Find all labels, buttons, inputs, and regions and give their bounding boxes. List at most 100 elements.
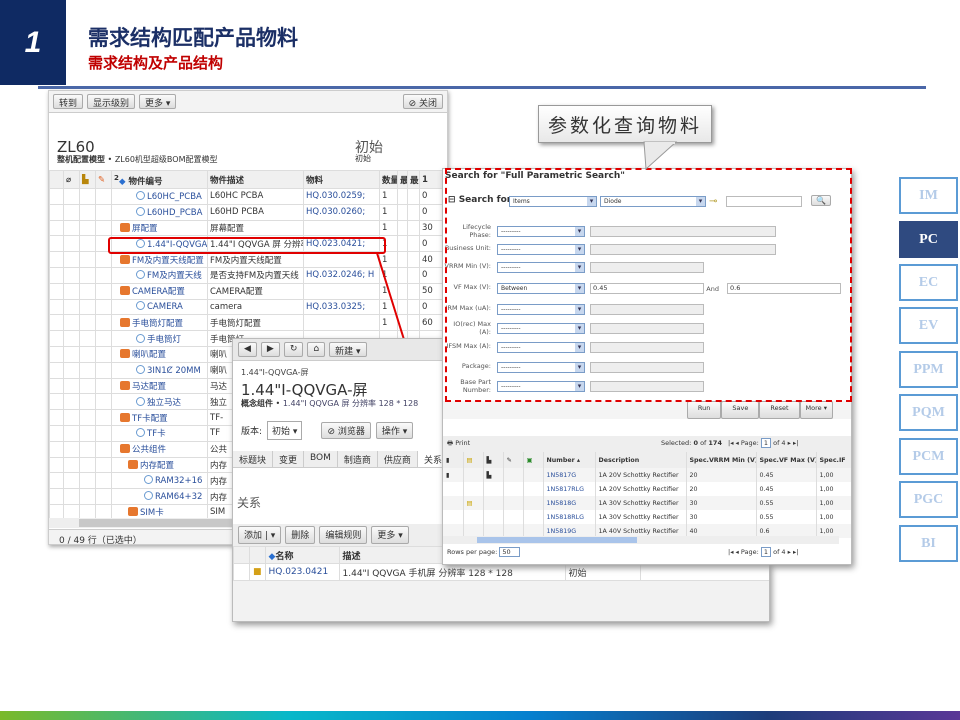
- version-select[interactable]: 初始 ▾: [267, 421, 303, 440]
- page-select[interactable]: 1: [760, 547, 772, 557]
- operator-select[interactable]: Between: [497, 283, 585, 294]
- run-button[interactable]: Run: [686, 401, 722, 419]
- pager-top[interactable]: |◂ ◂ Page: 1 of 4 ▸ ▸|: [728, 438, 798, 448]
- subclass-select[interactable]: Diode: [600, 196, 706, 207]
- rel-extra: [639, 563, 769, 581]
- cell: [483, 496, 504, 510]
- vf-value: 0.45: [756, 468, 817, 482]
- edit-icon: ✎: [503, 452, 524, 468]
- manufacturer-icon: ▙: [483, 468, 504, 482]
- browser-button[interactable]: ⊘ 浏览器: [321, 422, 371, 439]
- version-label: 版本:: [241, 427, 263, 437]
- cell: [503, 482, 524, 496]
- table-row[interactable]: ▤ 1N5818G 1A 30V Schottky Rectifier 30 0…: [443, 496, 851, 510]
- vf-value: 0.55: [756, 510, 817, 524]
- tab-title-block[interactable]: 标题块: [233, 451, 274, 467]
- operator-select[interactable]: ---------: [497, 304, 585, 315]
- rel-name-link[interactable]: HQ.023.0421: [264, 563, 340, 581]
- rel-more-button[interactable]: 更多 ▾: [371, 526, 409, 544]
- operator-select[interactable]: ---------: [497, 226, 585, 237]
- class-select[interactable]: Items: [509, 196, 597, 207]
- cell: [503, 468, 524, 482]
- rows-per-page-select[interactable]: 50: [499, 547, 520, 557]
- pager-bottom[interactable]: |◂ ◂ Page: 1 of 4 ▸ ▸|: [728, 547, 798, 557]
- search-for-label: ⊟ Search for: [448, 195, 512, 205]
- results-scrollbar[interactable]: [443, 536, 839, 544]
- back-button[interactable]: ◀: [238, 342, 257, 357]
- manufacturer-icon: ▙: [483, 452, 504, 468]
- and-value-input[interactable]: 0.6: [727, 283, 841, 294]
- col-number[interactable]: Number ▴: [543, 452, 596, 468]
- field-label: VRRM Min (V):: [444, 262, 491, 270]
- nav-ec[interactable]: EC: [899, 264, 958, 301]
- nav-pgc[interactable]: PGC: [899, 481, 958, 518]
- page-select[interactable]: 1: [760, 438, 772, 448]
- col-name[interactable]: ◆名称: [264, 546, 340, 564]
- search-more-button[interactable]: More ▾: [799, 401, 833, 419]
- col-if[interactable]: Spec.IF: [816, 452, 851, 468]
- pages-text: of 4: [773, 548, 786, 556]
- table-row[interactable]: 1N5817RLG 1A 20V Schottky Rectifier 20 0…: [443, 482, 851, 496]
- nav-pcm[interactable]: PCM: [899, 438, 958, 475]
- nav-bi[interactable]: BI: [899, 525, 958, 562]
- operator-select[interactable]: ---------: [497, 342, 585, 353]
- field-label: IRM Max (uA):: [445, 304, 491, 312]
- tab-changes[interactable]: 变更: [273, 451, 305, 467]
- col-vf[interactable]: Spec.VF Max (V): [756, 452, 817, 468]
- field-label: Business Unit:: [444, 244, 491, 252]
- new-button[interactable]: 新建 ▾: [329, 342, 367, 357]
- nav-pqm[interactable]: PQM: [899, 394, 958, 431]
- search-button[interactable]: 🔍: [811, 195, 831, 206]
- col-description[interactable]: Description: [595, 452, 687, 468]
- actions-button[interactable]: 操作 ▾: [375, 422, 414, 439]
- part-number-link[interactable]: 1N5817G: [543, 468, 596, 482]
- vf-value: 0.45: [756, 482, 817, 496]
- tab-manufacturers[interactable]: 制造商: [338, 451, 378, 467]
- item-desc: 1.44"I QQVGA 屏 分辨率 128 * 128: [282, 399, 419, 408]
- table-row[interactable]: 1N5818RLG 1A 30V Schottky Rectifier 30 0…: [443, 510, 851, 524]
- print-button[interactable]: 🖶 Print: [447, 439, 470, 447]
- operator-select[interactable]: ---------: [497, 381, 585, 392]
- tab-suppliers[interactable]: 供应商: [378, 451, 418, 467]
- of-label: of: [700, 439, 707, 447]
- col-vrrm[interactable]: Spec.VRRM Min (V): [686, 452, 757, 468]
- plug-icon[interactable]: ⊸: [709, 196, 717, 207]
- part-number-link[interactable]: 1N5817RLG: [543, 482, 596, 496]
- home-button[interactable]: ⌂: [307, 342, 326, 357]
- nav-pc[interactable]: PC: [899, 221, 958, 258]
- refresh-button[interactable]: ↻: [283, 342, 304, 357]
- cell: [463, 482, 484, 496]
- save-button[interactable]: Save: [721, 401, 760, 419]
- add-button[interactable]: 添加 | ▾: [238, 526, 282, 544]
- operator-select[interactable]: ---------: [497, 362, 585, 373]
- edit-rule-button[interactable]: 编辑规则: [319, 526, 368, 544]
- forward-button[interactable]: ▶: [260, 342, 280, 357]
- nav-ppm[interactable]: PPM: [899, 351, 958, 388]
- part-number-link[interactable]: 1N5818RLG: [543, 510, 596, 524]
- tab-bom[interactable]: BOM: [304, 451, 338, 467]
- scrollbar-thumb[interactable]: [477, 537, 637, 543]
- nav-im[interactable]: IM: [899, 177, 958, 214]
- cell: [443, 510, 464, 524]
- operator-select[interactable]: ---------: [497, 262, 585, 273]
- page-label: Page:: [740, 548, 759, 556]
- and-label: And: [706, 285, 719, 293]
- search-for-text: Search for: [458, 195, 512, 205]
- rel-state: 初始: [564, 563, 641, 581]
- reset-button[interactable]: Reset: [759, 401, 800, 419]
- table-row[interactable]: ■ HQ.023.0421 1.44"I QQVGA 手机屏 分辨率 128 * 1…: [233, 563, 769, 581]
- row-check: [233, 563, 250, 581]
- operator-select[interactable]: ---------: [497, 244, 585, 255]
- operator-select[interactable]: ---------: [497, 323, 585, 334]
- rel-check-col: [233, 546, 250, 564]
- if-value: 1,00: [816, 468, 851, 482]
- cell: [523, 468, 544, 482]
- document-icon: ▤: [463, 496, 484, 510]
- part-number-link[interactable]: 1N5818G: [543, 496, 596, 510]
- keyword-input[interactable]: [726, 196, 802, 207]
- nav-ev[interactable]: EV: [899, 307, 958, 344]
- if-value: 1,00: [816, 482, 851, 496]
- table-row[interactable]: ▮ ▙ 1N5817G 1A 20V Schottky Rectifier 20 …: [443, 468, 851, 482]
- delete-button[interactable]: 删除: [285, 526, 316, 544]
- field-label: Lifecycle Phase:: [462, 223, 491, 239]
